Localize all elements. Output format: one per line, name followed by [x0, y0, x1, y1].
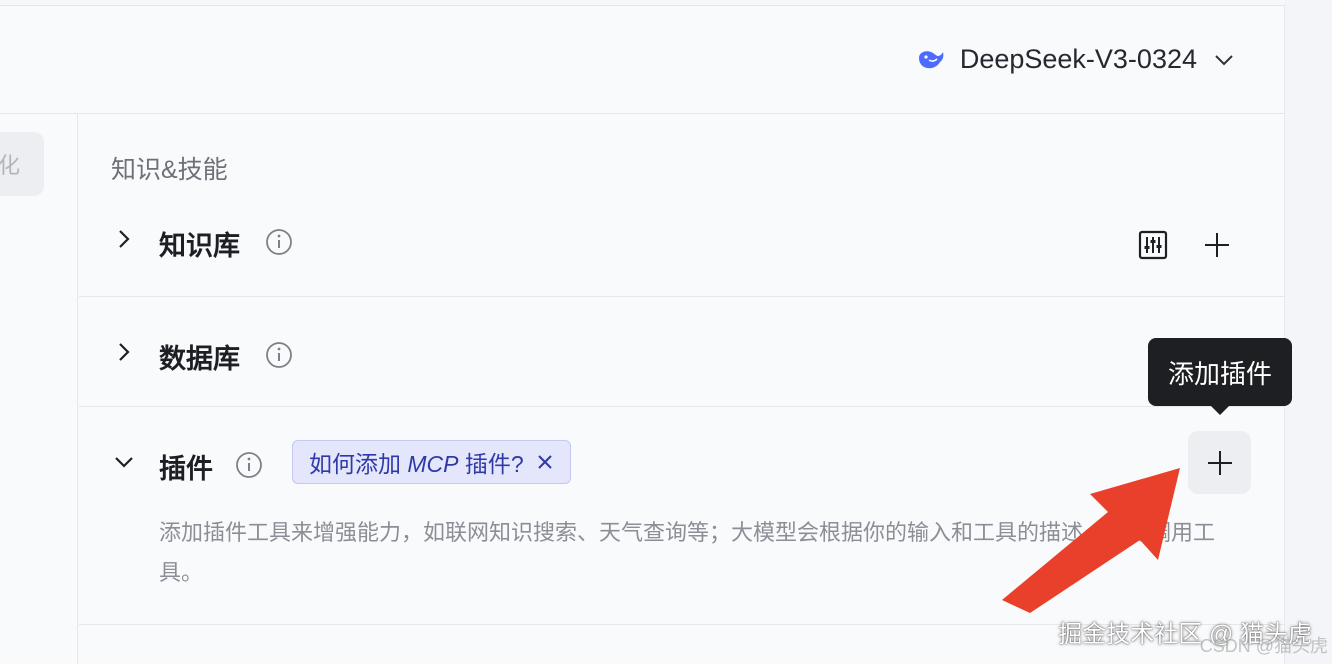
tooltip-pointer	[1209, 404, 1231, 415]
tag-mcp: MCP	[407, 451, 459, 477]
mcp-help-link[interactable]: 如何添加 MCP 插件?	[309, 445, 524, 479]
info-icon[interactable]	[265, 228, 293, 256]
add-plugin-tooltip: 添加插件	[1148, 338, 1292, 406]
mcp-help-tag[interactable]: 如何添加 MCP 插件?	[292, 440, 571, 484]
left-tab-chip[interactable]: 化	[0, 132, 44, 196]
plus-icon	[1205, 233, 1229, 257]
chevron-right-icon[interactable]	[113, 341, 135, 363]
chevron-down-icon[interactable]	[113, 451, 135, 473]
info-icon[interactable]	[235, 451, 263, 479]
add-knowledge-button[interactable]	[1200, 228, 1234, 262]
database-row[interactable]: 数据库	[79, 297, 1284, 407]
chevron-down-icon	[1215, 54, 1233, 65]
left-column: 化	[0, 114, 78, 664]
add-plugin-button[interactable]	[1188, 431, 1251, 494]
model-name: DeepSeek-V3-0324	[959, 44, 1197, 74]
chevron-right-icon[interactable]	[113, 228, 135, 250]
plugin-label: 插件	[159, 454, 213, 484]
knowledge-base-actions	[1136, 228, 1234, 262]
knowledge-base-row[interactable]: 知识库	[79, 182, 1284, 297]
panel-header: DeepSeek-V3-0324	[0, 6, 1285, 114]
annotation-arrow-icon	[1002, 468, 1180, 613]
sliders-icon	[1138, 230, 1168, 260]
plus-icon	[1207, 450, 1232, 475]
tag-suffix: 插件?	[458, 451, 524, 477]
deepseek-whale-icon	[918, 50, 944, 68]
close-icon[interactable]	[536, 453, 554, 471]
model-selector[interactable]: DeepSeek-V3-0324	[916, 44, 1237, 75]
section-title: 知识&技能	[111, 156, 228, 184]
tooltip-text: 添加插件	[1167, 358, 1272, 389]
knowledge-base-label: 知识库	[159, 231, 240, 261]
settings-button[interactable]	[1136, 228, 1170, 262]
watermark-sub: CSDN @猫头虎	[1199, 636, 1328, 656]
left-tab-text: 化	[0, 153, 20, 178]
info-icon[interactable]	[265, 341, 293, 369]
tag-prefix: 如何添加	[309, 451, 408, 477]
database-label: 数据库	[159, 344, 240, 374]
